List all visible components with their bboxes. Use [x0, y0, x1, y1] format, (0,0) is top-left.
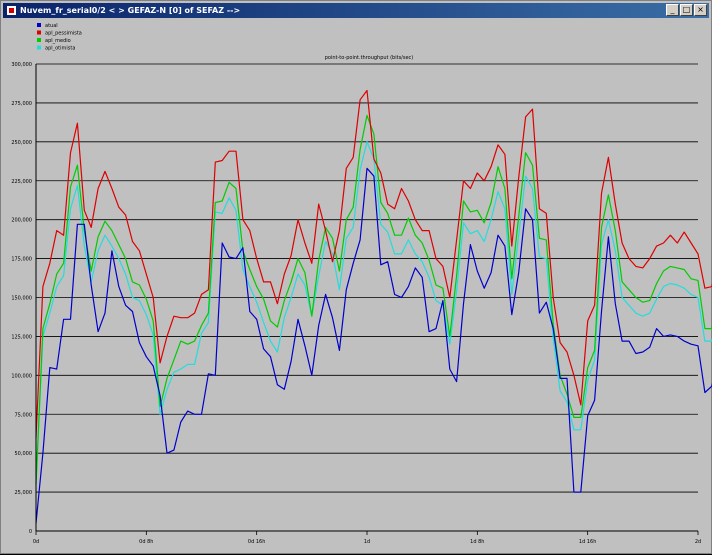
- y-tick-label: 50,000: [15, 451, 33, 457]
- legend-swatch: [37, 45, 41, 50]
- y-tick-label: 225,000: [11, 179, 32, 185]
- app-window: Nuvem_fr_serial0/2 < > GEFAZ-N [0] of SE…: [0, 0, 712, 554]
- x-tick-label: 1d 8h: [470, 539, 484, 545]
- legend-label: atual: [45, 23, 58, 29]
- y-tick-label: 75,000: [15, 412, 33, 418]
- throughput-chart: atual apl_pessimistaapl_medio apl_otimista…: [2, 19, 712, 553]
- x-tick-label: 1d: [364, 539, 370, 545]
- legend-swatch: [37, 38, 41, 42]
- y-tick-label: 125,000: [11, 334, 32, 340]
- minimize-button[interactable]: _: [666, 4, 679, 16]
- app-icon[interactable]: [6, 5, 17, 16]
- y-tick-label: 300,000: [11, 62, 32, 68]
- legend-label: apl_medio: [45, 38, 71, 44]
- legend-label: apl_pessimista: [45, 31, 82, 37]
- y-tick-label: 0: [29, 529, 32, 535]
- y-tick-label: 275,000: [11, 101, 32, 107]
- legend-label: apl_otimista: [45, 46, 75, 52]
- close-button[interactable]: ×: [694, 4, 707, 16]
- title-bar[interactable]: Nuvem_fr_serial0/2 < > GEFAZ-N [0] of SE…: [3, 3, 709, 18]
- y-tick-label: 100,000: [11, 373, 32, 379]
- y-tick-label: 150,000: [11, 296, 32, 302]
- legend-swatch: [37, 23, 41, 27]
- maximize-button[interactable]: □: [680, 4, 693, 16]
- chart-title: point-to-point.throughput (bits/sec): [325, 55, 414, 61]
- x-tick-label: 0d: [33, 539, 39, 545]
- window-title: Nuvem_fr_serial0/2 < > GEFAZ-N [0] of SE…: [20, 6, 241, 15]
- legend-swatch: [37, 30, 41, 35]
- window-controls: _ □ ×: [666, 4, 707, 16]
- x-tick-label: 1d 16h: [579, 539, 596, 545]
- x-tick-label: 2d: [695, 539, 701, 545]
- y-tick-label: 250,000: [11, 140, 32, 146]
- plot-area: atual apl_pessimista apl_medio apl_otimista…: [1, 19, 712, 555]
- y-tick-label: 175,000: [11, 257, 32, 263]
- x-tick-label: 0d 16h: [248, 539, 265, 545]
- y-tick-label: 25,000: [15, 490, 33, 496]
- y-tick-label: 200,000: [11, 218, 32, 224]
- x-tick-label: 0d 8h: [139, 539, 153, 545]
